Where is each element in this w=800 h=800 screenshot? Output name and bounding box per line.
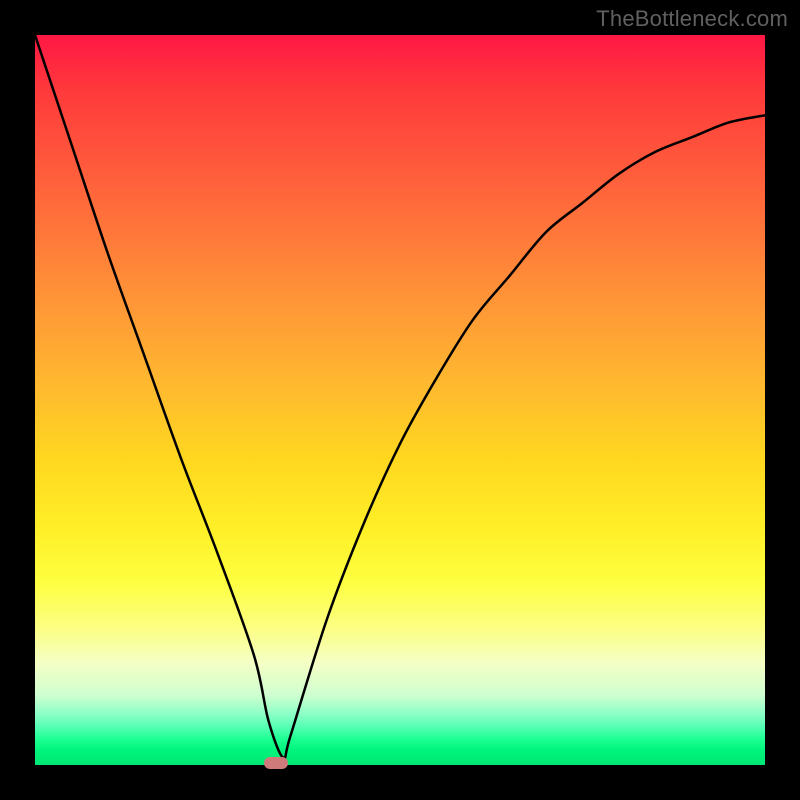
- bottleneck-curve: [35, 35, 765, 759]
- watermark-text: TheBottleneck.com: [596, 6, 788, 32]
- optimum-marker: [264, 757, 288, 769]
- plot-area: [35, 35, 765, 765]
- chart-frame: TheBottleneck.com: [0, 0, 800, 800]
- curve-svg: [35, 35, 765, 765]
